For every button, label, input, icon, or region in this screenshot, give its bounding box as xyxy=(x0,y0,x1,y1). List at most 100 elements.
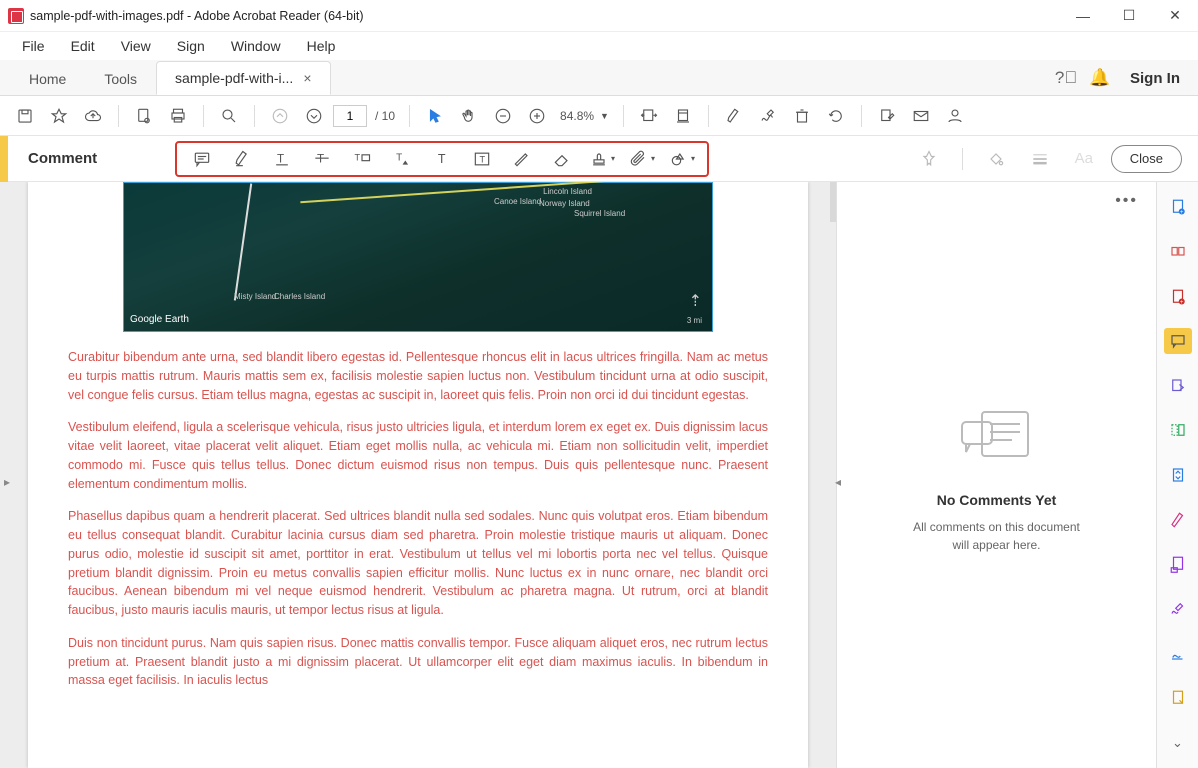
rail-export-icon[interactable] xyxy=(1164,551,1192,578)
rail-more-icon[interactable] xyxy=(1164,685,1192,712)
body-paragraph: Phasellus dapibus quam a hendrerit place… xyxy=(68,507,768,620)
menu-view[interactable]: View xyxy=(109,34,163,58)
svg-text:T: T xyxy=(317,152,324,165)
close-window-button[interactable]: ✕ xyxy=(1152,0,1198,32)
svg-text:+: + xyxy=(1179,210,1183,216)
main-toolbar: / 10 84.8%▼ xyxy=(0,96,1198,136)
body-paragraph: Vestibulum eleifend, ligula a scelerisqu… xyxy=(68,418,768,493)
zoom-in-icon[interactable] xyxy=(522,101,552,131)
tab-document[interactable]: sample-pdf-with-i... × xyxy=(156,61,330,95)
bell-icon[interactable]: 🔔 xyxy=(1090,68,1110,88)
rail-comment-icon[interactable] xyxy=(1164,328,1192,355)
star-icon[interactable] xyxy=(44,101,74,131)
line-weight-icon[interactable] xyxy=(1023,144,1057,174)
tab-tools[interactable]: Tools xyxy=(85,61,156,95)
fill-color-icon[interactable] xyxy=(979,144,1013,174)
map-source: Google Earth xyxy=(130,314,189,325)
menu-edit[interactable]: Edit xyxy=(59,34,107,58)
hand-icon[interactable] xyxy=(454,101,484,131)
menu-help[interactable]: Help xyxy=(295,34,348,58)
zoom-level-dropdown[interactable]: 84.8%▼ xyxy=(556,109,613,123)
map-image: Google Earth Lincoln Island Canoe Island… xyxy=(123,182,713,332)
rail-organize-icon[interactable] xyxy=(1164,417,1192,444)
pointer-icon[interactable] xyxy=(420,101,450,131)
comment-label: Comment xyxy=(28,150,97,167)
tab-close-icon[interactable]: × xyxy=(303,70,311,86)
svg-text:+: + xyxy=(1179,299,1183,305)
save-icon[interactable] xyxy=(10,101,40,131)
tab-row: Home Tools sample-pdf-with-i... × ?⃝ 🔔 S… xyxy=(0,60,1198,96)
comment-toolbar: Comment T T T T T T ▾ ▾ ▾ Aa Close xyxy=(0,136,1198,182)
eraser-icon[interactable] xyxy=(545,144,579,174)
document-pane[interactable]: Google Earth Lincoln Island Canoe Island… xyxy=(0,182,836,768)
title-bar: sample-pdf-with-images.pdf - Adobe Acrob… xyxy=(0,0,1198,32)
comments-panel: ••• No Comments Yet All comments on this… xyxy=(836,182,1156,768)
font-icon[interactable]: Aa xyxy=(1067,144,1101,174)
menu-window[interactable]: Window xyxy=(219,34,293,58)
delete-icon[interactable] xyxy=(787,101,817,131)
rail-create-pdf-icon[interactable]: + xyxy=(1164,194,1192,221)
page-total-label: / 10 xyxy=(371,109,399,123)
underline-text-icon[interactable]: T xyxy=(265,144,299,174)
rail-combine-icon[interactable] xyxy=(1164,239,1192,266)
rail-compress-icon[interactable] xyxy=(1164,462,1192,489)
attachment-icon[interactable]: ▾ xyxy=(625,144,659,174)
svg-text:T: T xyxy=(480,154,486,164)
app-icon xyxy=(8,8,24,24)
help-icon[interactable]: ?⃝ xyxy=(1056,68,1076,88)
stamp-icon[interactable]: ▾ xyxy=(585,144,619,174)
pencil-icon[interactable] xyxy=(505,144,539,174)
sign-in-button[interactable]: Sign In xyxy=(1124,70,1186,87)
highlight-icon[interactable] xyxy=(719,101,749,131)
shapes-icon[interactable]: ▾ xyxy=(665,144,699,174)
page-number-input[interactable] xyxy=(333,105,367,127)
body-paragraph: Duis non tincidunt purus. Nam quis sapie… xyxy=(68,634,768,690)
rail-fill-sign-icon[interactable] xyxy=(1164,595,1192,622)
sign-icon[interactable] xyxy=(753,101,783,131)
sticky-note-icon[interactable] xyxy=(185,144,219,174)
rail-expand-icon[interactable]: ⌄ xyxy=(1164,729,1192,756)
pdf-page: Google Earth Lincoln Island Canoe Island… xyxy=(28,182,808,768)
close-panel-button[interactable]: Close xyxy=(1111,145,1182,173)
text-box-icon[interactable]: T xyxy=(465,144,499,174)
page-up-icon[interactable] xyxy=(265,101,295,131)
rail-edit-pdf-icon[interactable]: + xyxy=(1164,283,1192,310)
comment-tools-group: T T T T T T ▾ ▾ ▾ xyxy=(175,141,709,177)
tab-home[interactable]: Home xyxy=(10,61,85,95)
svg-text:T: T xyxy=(277,152,284,165)
rail-share-icon[interactable] xyxy=(1164,372,1192,399)
highlight-text-icon[interactable] xyxy=(225,144,259,174)
menu-bar: File Edit View Sign Window Help xyxy=(0,32,1198,60)
rotate-icon[interactable] xyxy=(821,101,851,131)
strikethrough-icon[interactable]: T xyxy=(305,144,339,174)
panel-menu-icon[interactable]: ••• xyxy=(1115,192,1138,210)
svg-text:T: T xyxy=(355,152,361,162)
maximize-button[interactable]: ☐ xyxy=(1106,0,1152,32)
rail-sign-icon[interactable] xyxy=(1164,506,1192,533)
right-tool-rail: + + ⌄ xyxy=(1156,182,1198,768)
replace-text-icon[interactable]: T xyxy=(345,144,379,174)
print-icon[interactable] xyxy=(163,101,193,131)
pin-icon[interactable] xyxy=(912,144,946,174)
search-icon[interactable] xyxy=(214,101,244,131)
window-title: sample-pdf-with-images.pdf - Adobe Acrob… xyxy=(30,9,1060,23)
rail-protect-icon[interactable] xyxy=(1164,640,1192,667)
minimize-button[interactable]: — xyxy=(1060,0,1106,32)
mail-icon[interactable] xyxy=(906,101,936,131)
zoom-out-icon[interactable] xyxy=(488,101,518,131)
fit-width-icon[interactable] xyxy=(634,101,664,131)
insert-text-icon[interactable]: T xyxy=(385,144,419,174)
page-down-icon[interactable] xyxy=(299,101,329,131)
link-page-icon[interactable] xyxy=(129,101,159,131)
fit-page-icon[interactable] xyxy=(668,101,698,131)
cloud-upload-icon[interactable] xyxy=(78,101,108,131)
no-comments-subtitle: All comments on this documentwill appear… xyxy=(913,518,1080,554)
share-people-icon[interactable] xyxy=(940,101,970,131)
svg-text:T: T xyxy=(438,152,446,166)
menu-file[interactable]: File xyxy=(10,34,57,58)
add-text-icon[interactable]: T xyxy=(425,144,459,174)
edit-pdf-icon[interactable] xyxy=(872,101,902,131)
body-paragraph: Curabitur bibendum ante urna, sed blandi… xyxy=(68,348,768,404)
tab-document-label: sample-pdf-with-i... xyxy=(175,70,293,86)
menu-sign[interactable]: Sign xyxy=(165,34,217,58)
